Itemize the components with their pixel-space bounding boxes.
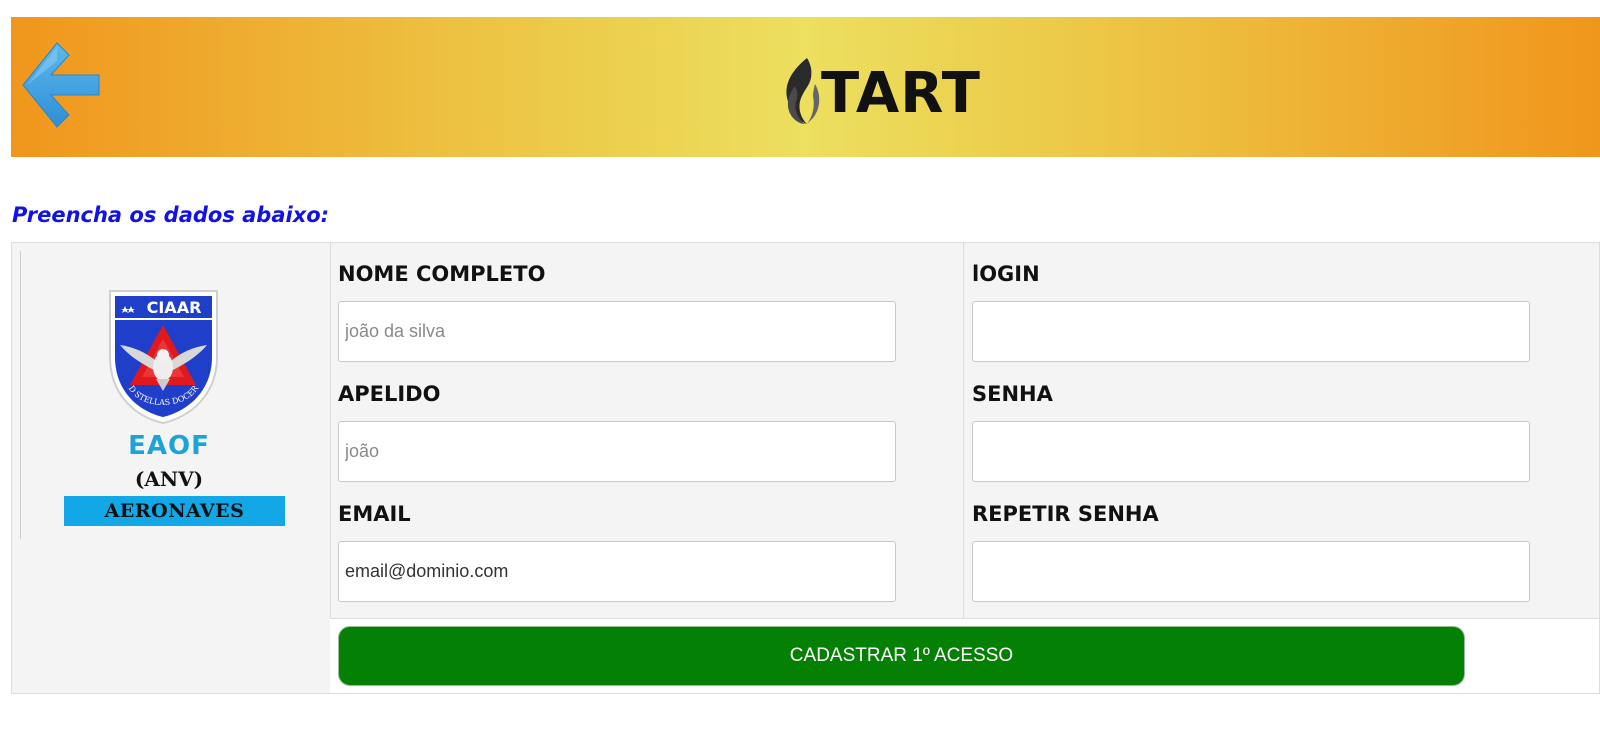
- full-name-input[interactable]: [338, 301, 896, 362]
- instructions-heading: Preencha os dados abaixo:: [12, 203, 330, 227]
- flame-icon: [786, 58, 820, 124]
- login-label: lOGIN: [972, 262, 1040, 286]
- start-logo: TART: [781, 55, 981, 127]
- arrow-left-icon: [22, 42, 100, 128]
- school-code: EAOF: [128, 431, 210, 461]
- crest-title: CIAAR: [147, 298, 202, 317]
- header-banner: TART: [11, 17, 1600, 157]
- login-input[interactable]: [972, 301, 1530, 362]
- email-label: EMAIL: [338, 502, 411, 526]
- password-label: SENHA: [972, 382, 1053, 406]
- nickname-input[interactable]: [338, 421, 896, 482]
- password-input[interactable]: [972, 421, 1530, 482]
- full-name-label: NOME COMPLETO: [338, 262, 546, 286]
- repeat-password-input[interactable]: [972, 541, 1530, 602]
- register-first-access-button[interactable]: CADASTRAR 1º ACESSO: [338, 626, 1465, 686]
- nickname-label: APELIDO: [338, 382, 441, 406]
- email-input[interactable]: [338, 541, 896, 602]
- column-divider-right: [963, 243, 964, 618]
- course-name-band: AERONAVES: [64, 496, 285, 526]
- back-button[interactable]: [21, 41, 103, 129]
- badge-divider: [20, 251, 21, 539]
- course-code: (ANV): [134, 467, 204, 491]
- ciaar-crest-logo: CIAAR AD STELLAS DOCERE: [106, 287, 218, 425]
- repeat-password-label: REPETIR SENHA: [972, 502, 1159, 526]
- logo-text: TART: [821, 61, 981, 126]
